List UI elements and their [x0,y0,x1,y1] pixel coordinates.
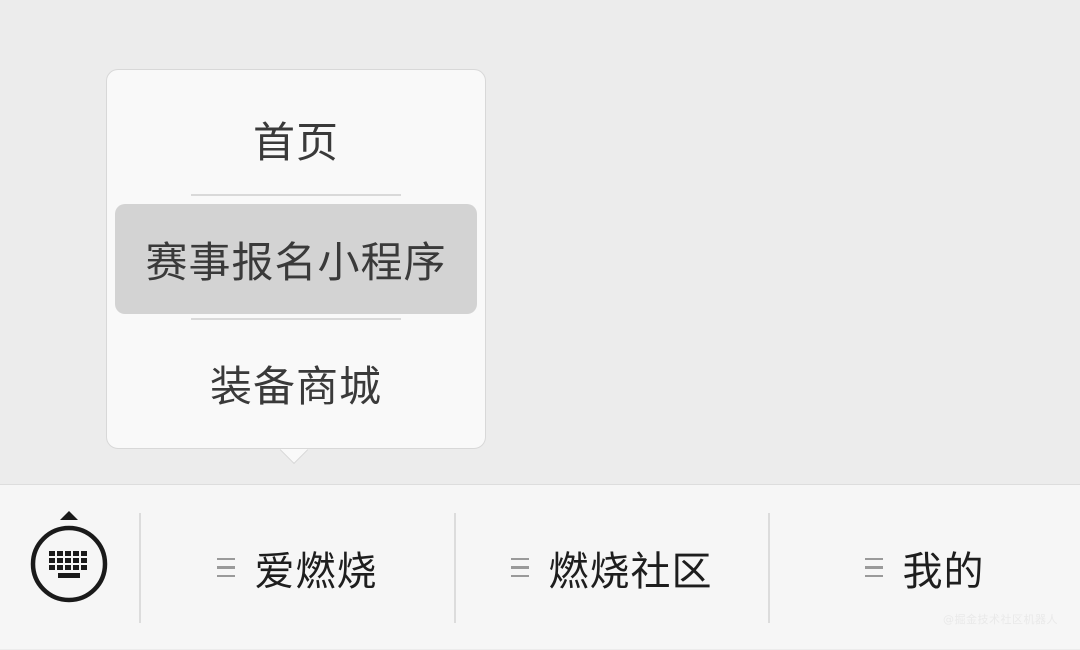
menu-divider [191,194,401,196]
menu-item-home[interactable]: 首页 [115,84,477,194]
menu-lines-icon [864,557,883,578]
tab-ranshao-community[interactable]: 燃烧社区 [455,485,768,650]
menu-divider [191,318,401,320]
tab-label: 燃烧社区 [548,548,713,595]
menu-item-equipment-store[interactable]: 装备商城 [115,328,477,438]
popup-menu: 首页 赛事报名小程序 装备商城 [106,69,486,449]
caret-up-icon [60,511,78,520]
tab-label: 我的 [902,548,985,595]
watermark: @掘金技术社区机器人 [943,613,1058,626]
menu-lines-icon [510,557,529,578]
tab-label: 爱燃烧 [254,548,378,595]
bottom-menu-bar: 爱燃烧 燃烧社区 我的 [0,484,1080,649]
keyboard-icon [30,525,108,603]
menu-lines-icon [216,557,235,578]
keyboard-toggle-button[interactable] [0,485,139,650]
tab-ai-ranshao[interactable]: 爱燃烧 [140,485,454,650]
menu-item-event-registration[interactable]: 赛事报名小程序 [115,204,477,314]
